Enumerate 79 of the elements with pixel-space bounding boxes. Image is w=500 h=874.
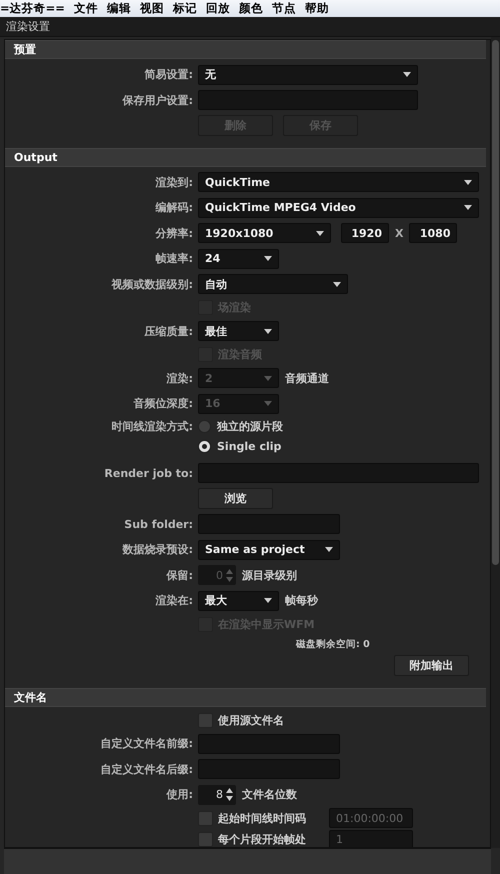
menu-item[interactable]: 编辑 xyxy=(106,1,131,16)
dropdown[interactable]: 自动 xyxy=(198,274,348,294)
caret-icon xyxy=(264,328,272,334)
menu-item[interactable]: 视图 xyxy=(140,1,164,16)
menu-item[interactable]: 帮助 xyxy=(304,1,329,16)
field-label: 渲染到: xyxy=(154,174,194,190)
field-label: 帧速率: xyxy=(154,251,194,266)
field-label: 数据烧录预设: xyxy=(121,542,194,558)
checkbox[interactable] xyxy=(198,832,213,847)
field-label: 简易设置: xyxy=(144,67,194,82)
field-label: 音频位深度: xyxy=(132,396,194,412)
input-field[interactable] xyxy=(198,514,340,534)
dropdown[interactable]: 无 xyxy=(198,64,418,85)
checkbox[interactable] xyxy=(198,810,213,826)
menu-item[interactable]: 节点 xyxy=(272,1,296,16)
radio-label: 独立的源片段 xyxy=(217,419,283,434)
panel-title: 渲染设置 xyxy=(6,19,50,34)
dropdown[interactable]: 24 xyxy=(198,248,279,269)
number-spinner[interactable]: 8 xyxy=(198,784,236,805)
dropdown[interactable]: 最大 xyxy=(198,590,279,611)
field-label: 自定义文件名前缀: xyxy=(100,736,194,752)
dropdown[interactable]: QuickTime MPEG4 Video xyxy=(198,198,479,218)
field-label: 保存用户设置: xyxy=(121,92,194,108)
caret-icon xyxy=(325,547,333,552)
field-label: 编解码: xyxy=(154,200,194,216)
section-header[interactable]: Output xyxy=(5,148,486,166)
menu-item[interactable]: 颜色 xyxy=(238,1,263,16)
menu-item[interactable]: 文件 xyxy=(74,1,98,16)
checkbox-label: 起始时间线时间码 xyxy=(218,810,306,826)
field-label: 渲染: xyxy=(166,370,194,386)
dropdown[interactable]: 1920x1080 xyxy=(198,223,331,244)
section-header[interactable]: 预置 xyxy=(5,40,486,59)
unit-label: 源目录级别 xyxy=(242,568,297,583)
caret-icon xyxy=(264,598,272,604)
input-field[interactable]: 1920 xyxy=(341,223,389,244)
unit-label: 文件名位数 xyxy=(242,787,297,802)
checkbox-label: 使用源文件名 xyxy=(218,712,284,728)
field-label: 分辨率: xyxy=(154,226,194,241)
unit-label: 音频通道 xyxy=(285,370,329,386)
disk-space-label: 磁盘剩余空间: 0 xyxy=(296,638,370,650)
field-label: 视频或数据级别: xyxy=(110,276,194,292)
field-label: 自定义文件名后缀: xyxy=(100,762,194,777)
dropdown[interactable]: 最佳 xyxy=(198,321,279,342)
menu-item[interactable]: 标记 xyxy=(172,1,197,16)
input-field[interactable]: 1080 xyxy=(409,223,458,244)
radio-label: Single clip xyxy=(217,440,282,453)
field-label: 压缩质量: xyxy=(143,324,194,339)
field-label: 渲染在: xyxy=(154,593,194,608)
field-label: 时间线渲染方式: xyxy=(110,418,194,434)
caret-icon xyxy=(264,256,272,262)
action-button[interactable]: 附加输出 xyxy=(394,655,469,676)
caret-icon xyxy=(403,72,411,78)
menu-item[interactable]: 回放 xyxy=(206,1,230,16)
separator-label: X xyxy=(395,226,404,240)
unit-label: 帧每秒 xyxy=(285,593,318,608)
field-label: 使用: xyxy=(165,787,194,802)
caret-icon xyxy=(464,205,472,210)
caret-icon xyxy=(264,401,272,406)
input-field[interactable] xyxy=(198,463,479,484)
input-field[interactable] xyxy=(198,759,340,780)
field-label: 保留: xyxy=(165,568,194,583)
checkbox-label: 每个片段开始帧处 xyxy=(218,832,306,847)
section-header[interactable]: 文件名 xyxy=(5,688,486,706)
field-label: Sub folder: xyxy=(123,518,194,531)
caret-icon xyxy=(264,376,272,381)
radio-button[interactable] xyxy=(198,440,211,453)
dropdown[interactable]: Same as project xyxy=(198,540,340,560)
action-button[interactable]: 浏览 xyxy=(198,488,273,510)
radio-button[interactable] xyxy=(198,420,211,433)
dropdown[interactable]: QuickTime xyxy=(198,172,479,192)
field-label: Render job to: xyxy=(103,466,194,480)
caret-icon xyxy=(333,282,341,287)
input-field[interactable] xyxy=(198,734,340,754)
caret-icon xyxy=(464,180,472,185)
checkbox[interactable] xyxy=(198,712,213,728)
menu-item[interactable]: =达芬奇== xyxy=(0,1,65,16)
caret-icon xyxy=(316,230,324,236)
scrollbar[interactable] xyxy=(491,37,500,848)
input-field[interactable] xyxy=(198,90,418,110)
